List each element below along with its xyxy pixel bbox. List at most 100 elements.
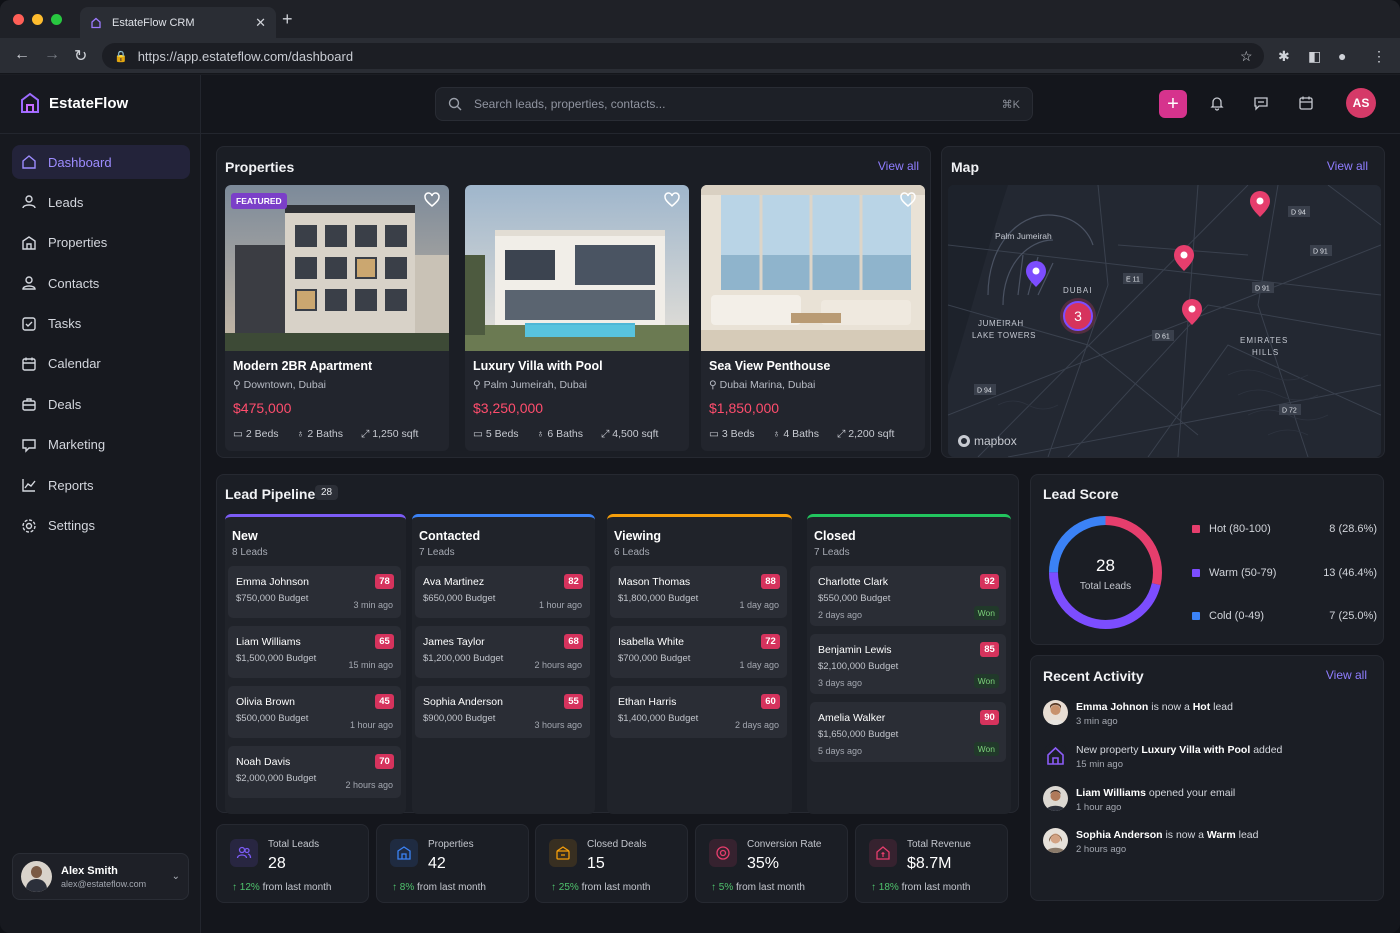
minimize-window-button[interactable] xyxy=(32,14,43,25)
property-card[interactable]: FEATURED Modern 2BR Apartment ⚲ Downtown… xyxy=(225,185,449,451)
kpi-icon-box xyxy=(230,839,258,867)
browser-menu-icon[interactable]: ⋮ xyxy=(1372,48,1386,65)
briefcase-icon xyxy=(22,398,36,412)
profile-icon[interactable]: ● xyxy=(1338,48,1346,64)
building-icon xyxy=(397,846,411,860)
map-label-palm: Palm Jumeirah xyxy=(995,231,1052,241)
property-location: ⚲ Palm Jumeirah, Dubai xyxy=(473,379,587,391)
user-card[interactable]: Alex Smith alex@estateflow.com ⌄ xyxy=(12,853,189,900)
favorite-heart-icon[interactable] xyxy=(899,191,917,209)
property-baths-text: 2 Baths xyxy=(307,428,343,440)
kpi-value: 15 xyxy=(587,855,605,872)
property-card[interactable]: Luxury Villa with Pool ⚲ Palm Jumeirah, … xyxy=(465,185,689,451)
pipeline-column-viewing: Viewing 6 Leads Mason Thomas $1,800,000 … xyxy=(607,514,792,814)
handshake-icon xyxy=(556,846,570,860)
lead-time: 2 hours ago xyxy=(345,780,393,790)
tab-title: EstateFlow CRM xyxy=(112,16,195,29)
property-photo[interactable] xyxy=(465,185,689,351)
properties-panel: Properties View all FEATURED Modern 2BR … xyxy=(216,146,931,458)
bookmark-star-icon[interactable]: ☆ xyxy=(1240,48,1253,65)
kpi-trend: ↑ 12% from last month xyxy=(232,882,332,893)
property-price: $475,000 xyxy=(233,400,292,416)
map-road-d91-a: D 91 xyxy=(1313,249,1328,256)
lead-card[interactable]: Noah Davis $2,000,000 Budget 70 2 hours … xyxy=(228,746,401,798)
lead-name: James Taylor xyxy=(423,636,485,648)
properties-view-all-link[interactable]: View all xyxy=(878,159,919,173)
lead-card[interactable]: Charlotte Clark $550,000 Budget 92 2 day… xyxy=(810,566,1006,626)
close-window-button[interactable] xyxy=(13,14,24,25)
lead-budget: $1,400,000 Budget xyxy=(618,713,699,724)
favorite-heart-icon[interactable] xyxy=(423,191,441,209)
kpi-card-properties[interactable]: Properties 42 ↑ 8% from last month xyxy=(376,824,529,903)
kpi-card-conversion-rate[interactable]: Conversion Rate 35% ↑ 5% from last month xyxy=(695,824,848,903)
lead-card[interactable]: Benjamin Lewis $2,100,000 Budget 85 3 da… xyxy=(810,634,1006,694)
activity-view-all-link[interactable]: View all xyxy=(1326,668,1367,682)
activity-part-1: New property xyxy=(1076,744,1142,756)
map-label-hills-2: HILLS xyxy=(1252,348,1279,357)
kpi-value: 28 xyxy=(268,855,286,872)
lead-card[interactable]: Liam Williams $1,500,000 Budget 65 15 mi… xyxy=(228,626,401,678)
address-bar[interactable]: 🔒 https://app.estateflow.com/dashboard xyxy=(102,43,1264,69)
house-icon xyxy=(1043,743,1068,768)
address-toolbar: ← → ↻ 🔒 https://app.estateflow.com/dashb… xyxy=(0,38,1400,74)
property-card[interactable]: Sea View Penthouse ⚲ Dubai Marina, Dubai… xyxy=(701,185,925,451)
pipeline-title: Lead Pipeline xyxy=(225,486,316,502)
calendar-icon[interactable] xyxy=(1298,95,1314,111)
sidebar-item-contacts[interactable]: Contacts xyxy=(12,266,190,300)
sidebar-item-calendar[interactable]: Calendar xyxy=(12,347,190,381)
bell-icon[interactable] xyxy=(1209,95,1225,111)
favorite-heart-icon[interactable] xyxy=(663,191,681,209)
map-title: Map xyxy=(951,159,979,175)
lead-card[interactable]: Emma Johnson $750,000 Budget 78 3 min ag… xyxy=(228,566,401,618)
brand-logo[interactable]: EstateFlow xyxy=(20,92,128,114)
lead-card[interactable]: James Taylor $1,200,000 Budget 68 2 hour… xyxy=(415,626,590,678)
lead-time: 15 min ago xyxy=(348,660,393,670)
lead-card[interactable]: Olivia Brown $500,000 Budget 45 1 hour a… xyxy=(228,686,401,738)
forward-icon[interactable]: → xyxy=(44,46,60,64)
extensions-icon[interactable]: ✱ xyxy=(1278,48,1290,65)
chevron-down-icon[interactable]: ⌄ xyxy=(172,871,180,882)
sidebar-item-deals[interactable]: Deals xyxy=(12,387,190,421)
lead-card[interactable]: Ethan Harris $1,400,000 Budget 60 2 days… xyxy=(610,686,787,738)
message-icon[interactable] xyxy=(1253,95,1269,111)
search-input[interactable]: Search leads, properties, contacts... ⌘K xyxy=(435,87,1033,121)
profile-avatar[interactable]: AS xyxy=(1346,88,1376,118)
property-photo[interactable] xyxy=(701,185,925,351)
sidebar-item-properties[interactable]: Properties xyxy=(12,226,190,260)
browser-tab[interactable]: EstateFlow CRM ✕ xyxy=(80,7,276,38)
activity-part-2: opened your email xyxy=(1145,787,1236,799)
kpi-trend: ↑ 8% from last month xyxy=(392,882,486,893)
back-icon[interactable]: ← xyxy=(14,46,30,64)
kpi-card-total-leads[interactable]: Total Leads 28 ↑ 12% from last month xyxy=(216,824,369,903)
sidebar-item-marketing[interactable]: Marketing xyxy=(12,428,190,462)
zoom-window-button[interactable] xyxy=(51,14,62,25)
reload-icon[interactable]: ↻ xyxy=(74,46,87,66)
sidebar-item-tasks[interactable]: Tasks xyxy=(12,307,190,341)
tab-close-icon[interactable]: ✕ xyxy=(255,15,266,31)
sidepanel-icon[interactable]: ◧ xyxy=(1308,48,1321,65)
lead-card[interactable]: Ava Martinez $650,000 Budget 82 1 hour a… xyxy=(415,566,590,618)
kpi-card-total-revenue[interactable]: Total Revenue $8.7M ↑ 18% from last mont… xyxy=(855,824,1008,903)
sidebar-item-leads[interactable]: Leads xyxy=(12,185,190,219)
kpi-card-closed-deals[interactable]: Closed Deals 15 ↑ 25% from last month xyxy=(535,824,688,903)
sidebar-divider xyxy=(0,133,200,134)
add-button[interactable]: + xyxy=(1159,90,1187,118)
sidebar-item-settings[interactable]: Settings xyxy=(12,509,190,543)
property-photo[interactable] xyxy=(225,185,449,351)
lead-card[interactable]: Isabella White $700,000 Budget 72 1 day … xyxy=(610,626,787,678)
map-canvas[interactable]: Palm Jumeirah DUBAI JUMEIRAH LAKE TOWERS… xyxy=(948,185,1381,457)
location-pin-icon: ⚲ xyxy=(709,379,720,391)
search-icon xyxy=(448,97,462,111)
activity-part-2: Luxury Villa with Pool xyxy=(1141,744,1251,756)
map-view-all-link[interactable]: View all xyxy=(1327,159,1368,173)
new-tab-button[interactable]: + xyxy=(282,9,293,30)
lead-card[interactable]: Sophia Anderson $900,000 Budget 55 3 hou… xyxy=(415,686,590,738)
property-name: Luxury Villa with Pool xyxy=(473,359,603,373)
sidebar-item-reports[interactable]: Reports xyxy=(12,468,190,502)
lead-card[interactable]: Amelia Walker $1,650,000 Budget 90 5 day… xyxy=(810,702,1006,762)
map-cluster-marker[interactable]: 3 xyxy=(1060,298,1096,334)
lead-card[interactable]: Mason Thomas $1,800,000 Budget 88 1 day … xyxy=(610,566,787,618)
sidebar-item-dashboard[interactable]: Dashboard xyxy=(12,145,190,179)
home-icon xyxy=(22,155,36,169)
legend-label: Cold (0-49) xyxy=(1209,610,1265,622)
